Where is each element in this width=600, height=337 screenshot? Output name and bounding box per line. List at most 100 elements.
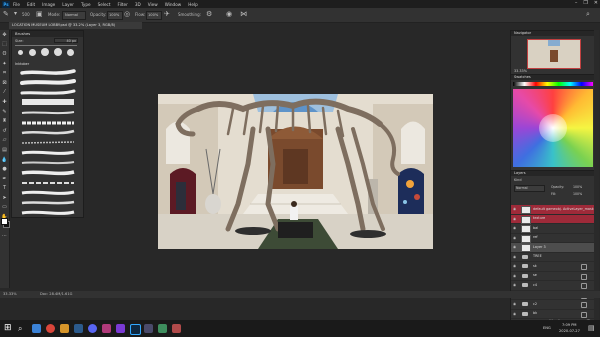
layer-group-row[interactable]: ◉ TREE [511,253,595,262]
more-tools-icon[interactable]: ⋯ [0,231,9,241]
notification-icon[interactable]: ▤ [588,324,595,332]
quick-select-tool-icon[interactable]: ✦ [0,59,9,69]
layer-row-selected[interactable]: ◉ Layer 3 [511,243,595,253]
opacity-field[interactable]: 100% [107,11,123,20]
layer-row[interactable]: ◉ ref [511,234,595,243]
layer-row[interactable]: ◉ default gameobj. ActiveLayer_mask [511,205,595,215]
minimize-button[interactable]: – [575,0,578,6]
layer-group-row[interactable]: ◉ bk [511,310,595,319]
brush-preset-thumb[interactable] [54,48,62,56]
menu-layer[interactable]: Layer [62,2,74,7]
steam-icon[interactable] [74,324,83,333]
menu-type[interactable]: Type [81,2,91,7]
brush-settings-icon[interactable]: ▣ [36,10,43,18]
swatch-strip[interactable] [513,82,593,86]
brush-tool-icon[interactable]: ✎ [3,10,9,18]
swatch-grid[interactable] [513,89,593,167]
app-taskbar-icon[interactable] [158,324,167,333]
symmetry-icon[interactable]: ⋈ [240,10,247,18]
navigator-preview[interactable] [527,39,581,69]
brush-preset-thumb[interactable] [29,49,36,56]
brush-tool-icon[interactable]: ✎ [0,107,9,117]
blend-mode-select[interactable]: Normal [514,185,545,192]
chrome-icon[interactable] [32,324,41,333]
pressure-opacity-icon[interactable]: ◎ [124,10,130,18]
eye-icon[interactable]: ◉ [513,264,517,268]
status-zoom[interactable]: 33.33% [3,291,17,298]
eraser-tool-icon[interactable]: ▱ [0,136,9,146]
pen-tool-icon[interactable]: ✒ [0,174,9,184]
panel-scrollbar[interactable] [594,30,599,320]
windows-start-icon[interactable]: ⊞ [4,324,13,333]
gear-icon[interactable]: ⚙ [206,10,212,18]
eye-icon[interactable]: ◉ [513,302,517,306]
eye-icon[interactable]: ◉ [513,245,517,249]
eye-icon[interactable]: ◉ [513,207,517,211]
clock-time[interactable]: 7:09 PM [562,323,576,327]
brush-preset-thumb[interactable] [67,49,74,56]
eye-icon[interactable]: ◉ [513,283,517,287]
eye-icon[interactable]: ◉ [513,217,517,221]
menu-window[interactable]: Window [165,2,182,7]
photoshop-taskbar-icon[interactable] [130,324,141,335]
layer-filter-kind[interactable]: Kind [514,178,521,182]
foreground-color-swatch[interactable] [1,218,8,225]
menu-view[interactable]: View [148,2,158,7]
eye-icon[interactable]: ◉ [513,274,517,278]
app-taskbar-icon[interactable] [144,324,153,333]
menu-3d[interactable]: 3D [135,2,141,7]
clock-date[interactable]: 2020-07-27 [559,329,580,333]
eye-icon[interactable]: ◉ [513,226,517,230]
layer-group-row[interactable]: ◉ se [511,272,595,281]
flow-field[interactable]: 100% [146,11,162,20]
layer-row[interactable]: ◉ texture [511,214,595,224]
layer-row[interactable]: ◉ bal [511,224,595,234]
search-icon[interactable]: ⌕ [18,324,27,333]
eyedropper-tool-icon[interactable]: ⁄ [0,88,9,98]
discord-icon[interactable] [88,324,97,333]
obs-icon[interactable] [102,324,111,333]
brush-size-slider[interactable] [15,45,77,46]
type-tool-icon[interactable]: T [0,184,9,194]
menu-select[interactable]: Select [98,2,111,7]
brush-size-field[interactable]: 40 px [54,38,78,43]
chevron-down-icon[interactable]: ▾ [14,10,17,17]
layer-fill-field[interactable]: 100% [573,192,582,196]
layer-opacity-field[interactable]: 100% [573,185,582,189]
app-taskbar-icon[interactable] [172,324,181,333]
menu-edit[interactable]: Edit [27,2,35,7]
document-canvas[interactable] [158,94,433,249]
shape-tool-icon[interactable]: ▭ [0,203,9,213]
eye-icon[interactable]: ◉ [513,312,517,316]
keyboard-language[interactable]: ENG [543,326,551,330]
menu-filter[interactable]: Filter [117,2,127,7]
menu-image[interactable]: Image [42,2,55,7]
gradient-tool-icon[interactable]: ▤ [0,145,9,155]
healing-tool-icon[interactable]: ✚ [0,97,9,107]
crop-tool-icon[interactable]: ⌗ [0,68,9,78]
history-brush-tool-icon[interactable]: ↺ [0,126,9,136]
airbrush-icon[interactable]: ✈ [164,10,170,18]
brush-size-value[interactable]: 500 [22,12,30,17]
search-icon[interactable]: ⌕ [586,10,590,19]
file-explorer-icon[interactable] [60,324,69,333]
pressure-size-icon[interactable]: ◉ [226,10,232,18]
brush-group-label[interactable]: Inktober [15,62,29,66]
navigator-zoom[interactable]: 33.33% [514,69,527,73]
eye-icon[interactable]: ◉ [513,236,517,240]
brush-strokes-list[interactable] [20,68,76,218]
layer-group-row[interactable]: ◉ c4 [511,281,595,291]
blur-tool-icon[interactable]: 💧 [0,155,9,165]
opera-icon[interactable] [46,324,55,333]
move-tool-icon[interactable]: ✥ [0,30,9,40]
layer-group-row[interactable]: ◉ sk [511,262,595,272]
brush-preset-thumb[interactable] [41,48,49,56]
mode-select[interactable]: Normal [62,11,86,20]
layer-group-row[interactable]: ◉ c2 [511,300,595,310]
menu-help[interactable]: Help [188,2,198,7]
close-button[interactable]: ✕ [594,0,598,6]
frame-tool-icon[interactable]: ⊠ [0,78,9,88]
eye-icon[interactable]: ◉ [513,255,517,259]
brush-preset-thumb[interactable] [18,50,23,55]
lasso-tool-icon[interactable]: ʘ [0,49,9,59]
